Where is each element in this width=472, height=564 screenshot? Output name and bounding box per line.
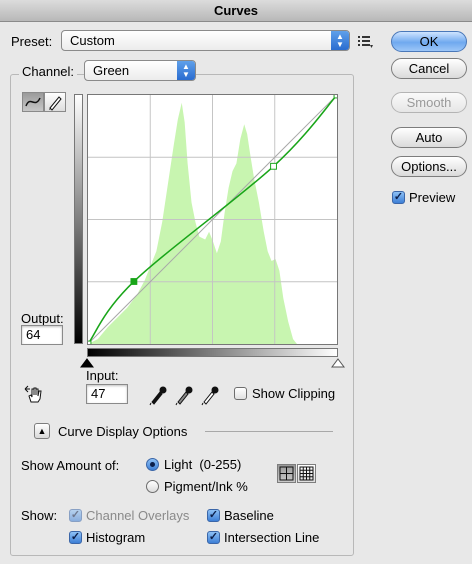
- show-clipping-checkbox[interactable]: [234, 387, 247, 400]
- channel-overlays-checkbox[interactable]: ✓: [69, 509, 82, 522]
- window-title: Curves: [0, 0, 472, 22]
- black-point-slider[interactable]: [80, 358, 94, 368]
- channel-value: Green: [93, 63, 130, 78]
- smooth-button[interactable]: Smooth: [391, 92, 467, 113]
- gray-eyedropper-icon[interactable]: [174, 384, 194, 406]
- chevron-updown-icon: ▲ ▼: [331, 31, 349, 50]
- intersection-line-label: Intersection Line: [224, 530, 320, 545]
- white-point-slider[interactable]: [331, 358, 345, 368]
- auto-button[interactable]: Auto: [391, 127, 467, 148]
- chevron-updown-icon: ▲ ▼: [177, 61, 195, 80]
- light-radio-label: Light (0-255): [164, 457, 242, 472]
- histogram-checkbox[interactable]: ✓: [69, 531, 82, 544]
- show-clipping-label: Show Clipping: [252, 386, 336, 401]
- disclosure-triangle-icon[interactable]: ▲: [34, 423, 50, 439]
- cancel-button[interactable]: Cancel: [391, 58, 467, 79]
- preset-value: Custom: [70, 33, 115, 48]
- black-eyedropper-icon[interactable]: [148, 384, 168, 406]
- light-radio[interactable]: [146, 458, 159, 471]
- pigment-ink-radio-label: Pigment/Ink %: [164, 479, 248, 494]
- options-button[interactable]: Options...: [391, 156, 467, 177]
- detailed-grid-button[interactable]: [297, 464, 316, 483]
- preview-label: Preview: [409, 190, 456, 205]
- curve-graph[interactable]: [84, 91, 341, 348]
- channel-label: Channel:: [19, 64, 78, 79]
- output-label: Output:: [21, 311, 64, 326]
- ok-button[interactable]: OK: [391, 31, 467, 52]
- simple-grid-button[interactable]: [277, 464, 296, 483]
- curve-control-point[interactable]: [270, 162, 277, 170]
- curve-control-point[interactable]: [130, 278, 138, 285]
- preset-options-menu-icon[interactable]: [357, 33, 374, 49]
- input-label: Input:: [86, 368, 119, 383]
- grid-16-icon: [299, 466, 314, 481]
- white-eyedropper-icon[interactable]: [200, 384, 220, 406]
- curve-display-options-label: Curve Display Options: [58, 424, 188, 439]
- grid-4-icon: [279, 466, 294, 481]
- input-gradient-bar: [87, 348, 338, 357]
- curve-tool-icon: [25, 97, 41, 107]
- channel-select[interactable]: Green ▲ ▼: [84, 60, 196, 81]
- curve-point-tool[interactable]: [22, 92, 44, 112]
- show-amount-label: Show Amount of:: [21, 458, 120, 473]
- preview-checkbox[interactable]: ✓: [392, 191, 405, 204]
- baseline-label: Baseline: [224, 508, 274, 523]
- curve-control-point[interactable]: [333, 91, 341, 99]
- preset-label: Preset:: [11, 34, 53, 49]
- histogram: [88, 102, 297, 344]
- output-field[interactable]: 64: [21, 325, 63, 345]
- pencil-icon: [49, 96, 62, 111]
- divider: [205, 431, 333, 432]
- curve-graph-canvas[interactable]: [84, 91, 341, 348]
- baseline-checkbox[interactable]: ✓: [207, 509, 220, 522]
- output-gradient-bar: [74, 94, 83, 344]
- show-label: Show:: [21, 508, 58, 523]
- pencil-tool[interactable]: [44, 92, 66, 112]
- preset-select[interactable]: Custom ▲ ▼: [61, 30, 350, 51]
- channel-overlays-label: Channel Overlays: [86, 508, 190, 523]
- curve-control-point[interactable]: [84, 340, 92, 348]
- on-image-adjust-hand-icon[interactable]: [24, 385, 44, 405]
- intersection-line-checkbox[interactable]: ✓: [207, 531, 220, 544]
- curves-dialog: Curves Preset: Custom ▲ ▼ OK Cancel Smoot…: [0, 0, 472, 564]
- histogram-label: Histogram: [86, 530, 146, 545]
- input-field[interactable]: 47: [86, 384, 128, 404]
- pigment-ink-radio[interactable]: [146, 480, 159, 493]
